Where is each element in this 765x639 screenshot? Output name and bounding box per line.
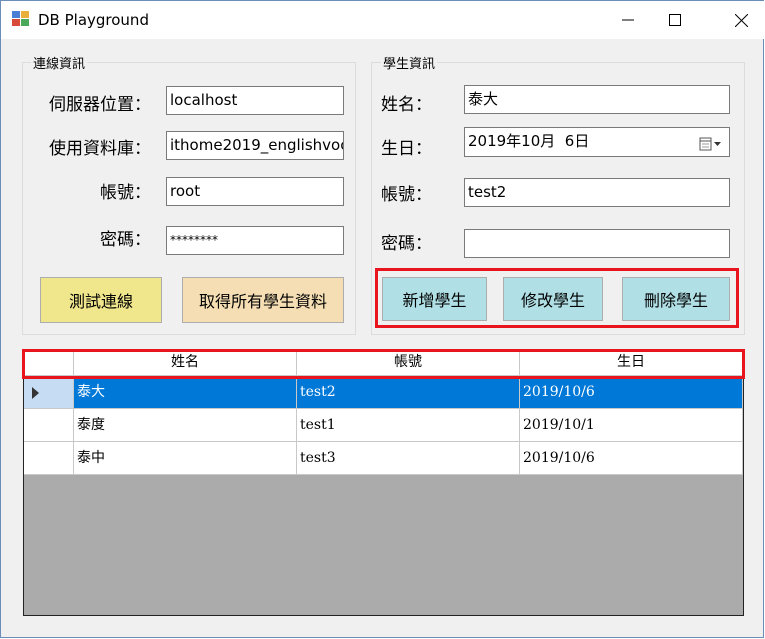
student-password-input[interactable]: [464, 229, 730, 258]
password-label: 密碼：: [100, 230, 151, 250]
title-bar: DB Playground: [1, 1, 764, 39]
table-row-birthday[interactable]: 2019/10/6: [520, 376, 743, 409]
close-button[interactable]: [718, 1, 764, 39]
student-name-label: 姓名：: [381, 95, 432, 115]
table-row-name[interactable]: 泰大: [74, 376, 297, 409]
table-row-birthday[interactable]: 2019/10/6: [520, 442, 743, 475]
table-row-account[interactable]: test3: [297, 442, 520, 475]
table-row-account[interactable]: test2: [297, 376, 520, 409]
student-name-input[interactable]: 泰大: [464, 85, 730, 114]
student-birthday-label: 生日：: [381, 139, 432, 159]
highlight-grid-header: [22, 349, 745, 379]
delete-student-button[interactable]: 刪除學生: [622, 277, 730, 321]
password-input[interactable]: ********: [166, 226, 344, 255]
edit-student-button[interactable]: 修改學生: [503, 277, 603, 321]
student-password-label: 密碼：: [381, 234, 432, 254]
connection-group-title: 連線資訊: [31, 53, 88, 72]
test-connection-button[interactable]: 測試連線: [40, 277, 162, 323]
account-label: 帳號：: [100, 183, 151, 203]
app-window: DB Playground 連線資訊 伺服器位置： localhost 使用資料…: [0, 0, 764, 638]
add-student-button[interactable]: 新增學生: [382, 277, 487, 321]
account-input[interactable]: root: [166, 177, 344, 206]
database-label: 使用資料庫：: [49, 139, 151, 159]
table-row-account[interactable]: test1: [297, 409, 520, 442]
table-row-name[interactable]: 泰度: [74, 409, 297, 442]
birthday-picker[interactable]: 2019年10月 6日: [464, 127, 730, 157]
current-row-arrow-icon: [32, 387, 39, 399]
window-title: DB Playground: [38, 11, 149, 29]
row-header[interactable]: [24, 376, 74, 409]
app-icon: [12, 11, 29, 26]
students-grid[interactable]: 姓名 帳號 生日 泰大 test2 2019/10/6 泰度 test1 201…: [23, 349, 744, 616]
minimize-icon: [622, 19, 634, 21]
maximize-icon: [669, 14, 681, 26]
database-input[interactable]: ithome2019_englishvoca: [166, 131, 344, 160]
row-header[interactable]: [24, 409, 74, 442]
calendar-dropdown-icon[interactable]: [699, 134, 723, 151]
student-account-input[interactable]: test2: [464, 178, 730, 207]
student-account-label: 帳號：: [381, 185, 432, 205]
server-label: 伺服器位置：: [49, 95, 151, 115]
close-icon: [734, 13, 748, 27]
birthday-value: 2019年10月 6日: [468, 132, 590, 150]
minimize-button[interactable]: [605, 1, 651, 39]
fetch-students-button[interactable]: 取得所有學生資料: [182, 277, 344, 323]
maximize-button[interactable]: [652, 1, 698, 39]
student-group-title: 學生資訊: [381, 53, 438, 72]
row-header[interactable]: [24, 442, 74, 475]
table-row-birthday[interactable]: 2019/10/1: [520, 409, 743, 442]
table-row-name[interactable]: 泰中: [74, 442, 297, 475]
server-input[interactable]: localhost: [166, 86, 344, 115]
